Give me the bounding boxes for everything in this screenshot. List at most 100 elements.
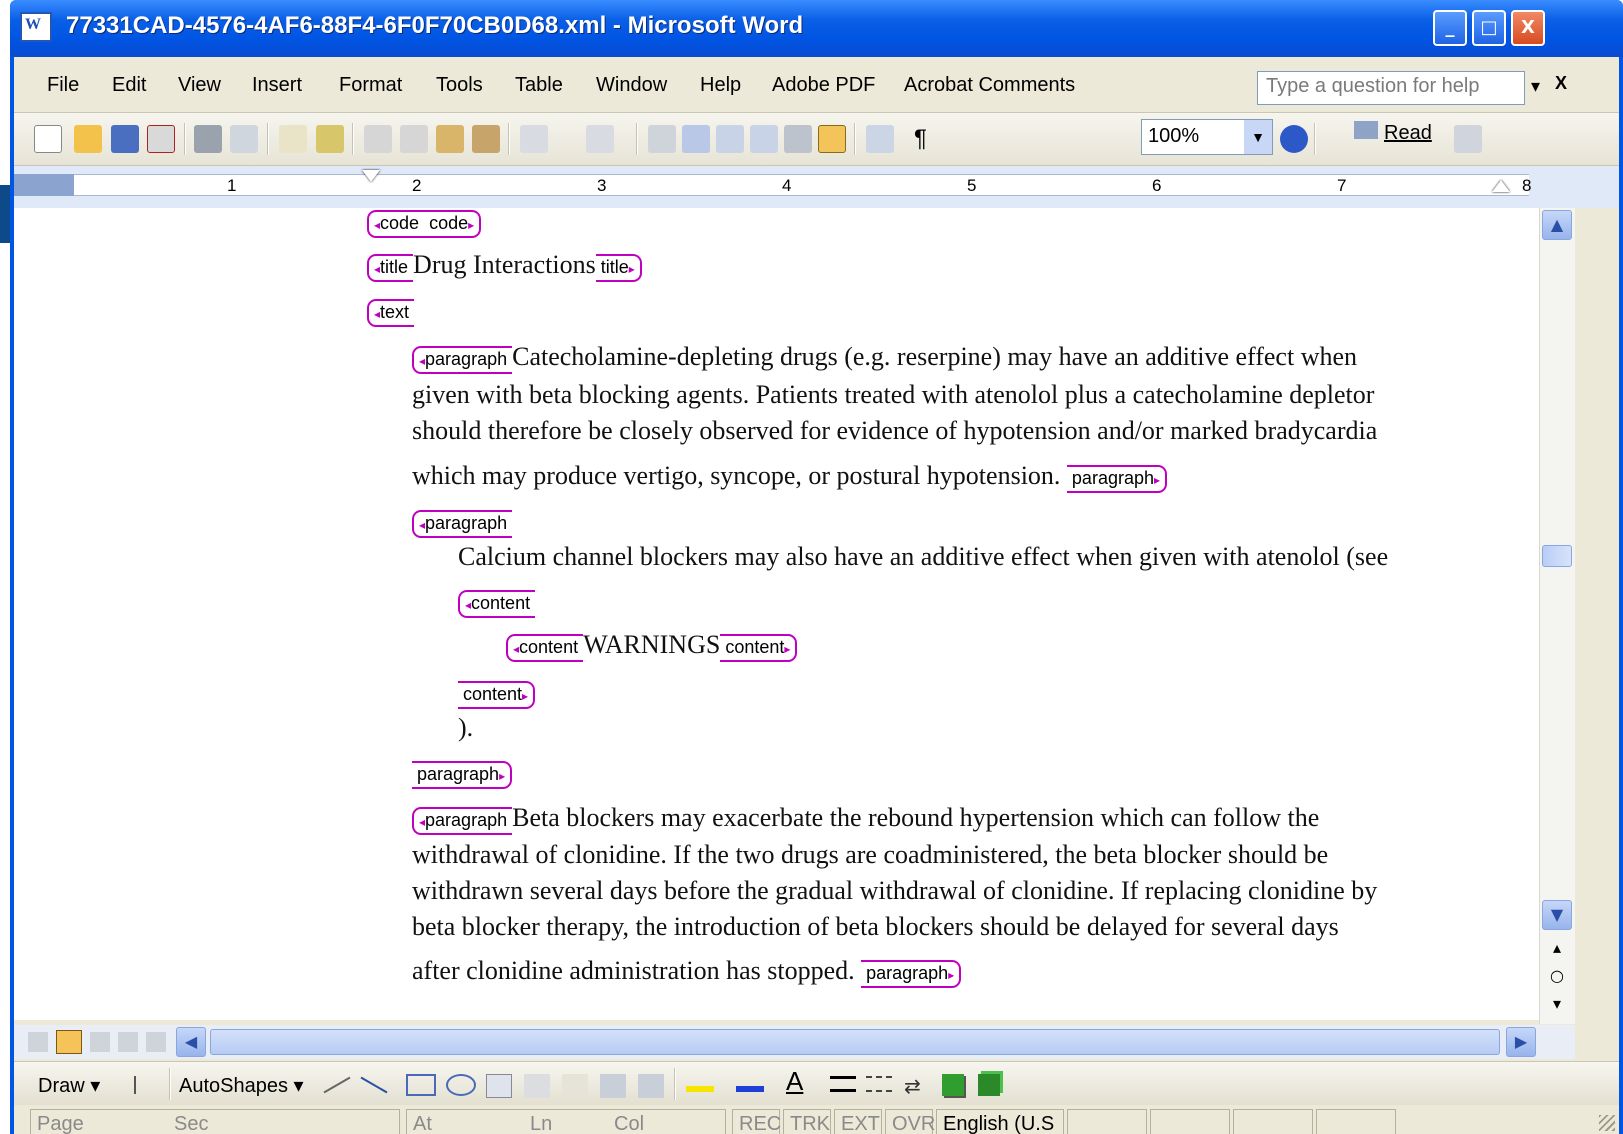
menu-acrobat-comments[interactable]: Acrobat Comments [904,74,1075,97]
paste-icon[interactable] [436,125,464,153]
show-hide-pilcrow-icon[interactable]: ¶ [914,125,927,153]
xml-tag-open[interactable]: ◂code [367,210,425,238]
save-icon[interactable] [111,125,139,153]
insert-table-icon[interactable] [716,125,744,153]
3d-style-icon[interactable] [978,1074,1000,1096]
xml-tag-open[interactable]: ◂paragraph [412,346,513,374]
draw-menu[interactable]: Draw ▾ [38,1073,100,1098]
status-trk[interactable]: TRK [783,1109,831,1134]
columns-icon[interactable] [784,125,812,153]
xml-tag-close[interactable]: paragraph▸ [861,960,962,988]
shadow-style-icon[interactable] [942,1074,964,1096]
select-browse-object-icon[interactable]: ○ [1542,962,1572,992]
scroll-left-icon[interactable]: ◀ [176,1027,206,1057]
picture-icon[interactable] [638,1074,664,1098]
menu-help[interactable]: Help [700,74,741,97]
scroll-down-icon[interactable]: ▼ [1542,900,1572,930]
insert-excel-icon[interactable] [750,125,778,153]
warnings-link[interactable]: WARNINGS [583,630,720,659]
menu-insert[interactable]: Insert [252,74,302,97]
text-box-icon[interactable] [486,1074,512,1098]
select-objects-icon[interactable] [134,1076,148,1094]
menu-edit[interactable]: Edit [112,74,146,97]
previous-page-icon[interactable]: ▴ [1542,934,1572,964]
menu-table[interactable]: Table [515,74,563,97]
dash-style-icon[interactable] [866,1076,892,1092]
horizontal-scrollbar[interactable]: ◀ ▶ [14,1025,1575,1059]
help-dropdown-icon[interactable]: ▾ [1531,76,1540,97]
xml-tag-open[interactable]: ◂title [367,254,414,282]
permission-icon[interactable] [147,125,175,153]
zoom-dropdown-icon[interactable]: ▼ [1244,120,1272,154]
line-tool-icon[interactable] [323,1076,351,1094]
right-indent-marker-icon[interactable] [1492,180,1510,192]
horizontal-scroll-thumb[interactable] [210,1029,1500,1055]
redo-icon[interactable] [586,125,614,153]
xml-tag-close[interactable]: code▸ [424,210,482,238]
print-layout-view-icon[interactable] [90,1032,110,1052]
read-button[interactable]: Read [1354,121,1432,145]
arrow-tool-icon[interactable] [360,1076,388,1094]
xml-tag-close[interactable]: paragraph▸ [412,761,513,789]
menu-format[interactable]: Format [339,74,402,97]
status-ext[interactable]: EXT [834,1109,882,1134]
next-page-icon[interactable]: ▾ [1542,990,1572,1020]
menu-adobe-pdf[interactable]: Adobe PDF [772,74,875,97]
close-document-button[interactable]: X [1555,73,1567,94]
maximize-button[interactable]: □ [1472,10,1506,46]
web-layout-view-icon[interactable] [56,1030,82,1054]
font-color-icon[interactable]: A [786,1066,803,1097]
menu-window[interactable]: Window [596,74,667,97]
xml-tag-open[interactable]: ◂text [367,299,415,327]
reading-layout-view-icon[interactable] [146,1032,166,1052]
fill-color-icon[interactable] [686,1072,714,1092]
diagram-icon[interactable] [562,1074,588,1098]
undo-icon[interactable] [520,125,548,153]
oval-tool-icon[interactable] [446,1074,476,1096]
arrow-style-icon[interactable]: ⇄ [904,1074,930,1098]
xml-structure-icon[interactable] [818,125,846,153]
horizontal-ruler[interactable]: 1 2 3 4 5 6 7 8 [14,166,1619,208]
format-painter-icon[interactable] [472,125,500,153]
xml-tag-close[interactable]: content▸ [720,634,798,662]
scroll-up-icon[interactable]: ▲ [1542,210,1572,240]
hyperlink-icon[interactable] [648,125,676,153]
xml-tag-open[interactable]: ◂paragraph [412,510,513,538]
vertical-scrollbar[interactable]: ▲ ▼ ▴ ○ ▾ [1539,208,1575,1024]
align-icon[interactable] [1454,125,1482,153]
outline-view-icon[interactable] [118,1032,138,1052]
minimize-button[interactable]: _ [1433,10,1467,46]
autoshapes-menu[interactable]: AutoShapes ▾ [179,1073,304,1098]
clip-art-icon[interactable] [600,1074,626,1098]
rectangle-tool-icon[interactable] [406,1074,436,1096]
status-rec[interactable]: REC [732,1109,781,1134]
indent-marker-icon[interactable] [362,170,380,182]
xml-tag-close[interactable]: paragraph▸ [1066,465,1168,493]
zoom-select[interactable]: 100% ▼ [1141,119,1273,155]
document-area[interactable]: ◂code code▸ ◂title Drug Interactions title▸… [14,208,1539,1020]
menu-tools[interactable]: Tools [436,74,483,97]
help-icon[interactable] [1280,125,1308,153]
scroll-right-icon[interactable]: ▶ [1506,1027,1536,1057]
menu-view[interactable]: View [178,74,221,97]
line-color-icon[interactable] [736,1072,764,1092]
help-search-input[interactable]: Type a question for help [1257,71,1525,105]
cut-icon[interactable] [364,125,392,153]
tables-borders-icon[interactable] [682,125,710,153]
wordart-icon[interactable] [524,1074,550,1098]
print-preview-icon[interactable] [230,125,258,153]
xml-tag-close[interactable]: title▸ [595,254,642,282]
spelling-icon[interactable] [279,125,307,153]
word-app-icon[interactable]: W [20,12,52,42]
print-icon[interactable] [194,125,222,153]
open-icon[interactable] [74,125,102,153]
copy-icon[interactable] [400,125,428,153]
menu-file[interactable]: File [47,74,79,97]
status-ovr[interactable]: OVR [885,1109,935,1134]
resize-grip-icon[interactable] [1599,1115,1615,1131]
normal-view-icon[interactable] [28,1032,48,1052]
scroll-thumb[interactable] [1542,545,1572,567]
line-style-icon[interactable] [830,1076,856,1092]
new-document-icon[interactable] [34,125,62,153]
xml-tag-open[interactable]: ◂content [506,634,584,662]
